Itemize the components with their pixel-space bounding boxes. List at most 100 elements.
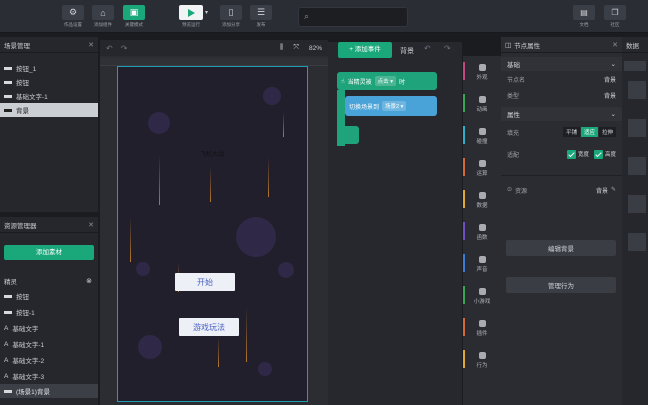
scene-panel: 场景管理 ✕ 按钮_1 按钮 基础文字-1 背景 <box>0 37 98 212</box>
data-row[interactable] <box>628 119 646 137</box>
function-icon <box>478 223 486 231</box>
data-row[interactable] <box>628 157 646 175</box>
action-block[interactable]: 切换场景到 场景2 ▾ <box>345 96 437 116</box>
basic-section-header[interactable]: 基础 ⌄ <box>501 57 622 71</box>
add-component-button[interactable]: ⌂ 添加组件 <box>92 5 114 28</box>
tree-item-selected[interactable]: 背景 <box>0 103 98 117</box>
undo-icon[interactable]: ↶ <box>106 44 113 53</box>
tree-item[interactable]: 按钮_1 <box>0 61 98 75</box>
fit-width-checkbox[interactable]: 宽度 <box>566 149 589 159</box>
redo-icon[interactable]: ↷ <box>121 44 128 53</box>
tree-item[interactable]: 按钮 <box>0 75 98 89</box>
data-row[interactable] <box>628 195 646 213</box>
block-categories: 外观 动画 碰撞 运算 数据 函数 声音 小游戏 插件 行为 <box>463 56 501 405</box>
prop-row: ⊙ 资源 背景 ✎ <box>507 186 616 195</box>
appearance-icon <box>478 63 486 71</box>
category-operation[interactable]: 运算 <box>463 152 501 184</box>
start-button[interactable]: 开始 <box>175 273 235 291</box>
sprite-group-header[interactable]: 精灵 ⊗ <box>0 274 98 288</box>
game-stage[interactable]: 飞机大战 开始 游戏玩法 <box>117 66 308 402</box>
publish-icon: ☰ <box>256 7 266 17</box>
layout-option-selected[interactable]: 适应 <box>580 127 598 137</box>
layout-option[interactable]: 拉伸 <box>598 127 616 137</box>
search-input[interactable]: ⌕ <box>298 7 408 27</box>
scene-panel-header: 场景管理 ✕ <box>0 37 98 53</box>
phone-icon: ▯ <box>228 7 234 17</box>
publish-button[interactable]: ☰ 发布 <box>250 5 272 28</box>
chevron-down-icon[interactable]: ▾ <box>205 9 208 16</box>
tree-item[interactable]: 基础文字-1 <box>0 89 98 103</box>
zoom-level[interactable]: 82% <box>309 45 322 52</box>
close-icon[interactable]: ✕ <box>612 41 618 49</box>
undo-icon[interactable]: ↶ <box>424 44 431 53</box>
work-settings-button[interactable]: ⚙ 作品设置 <box>62 5 84 28</box>
chevron-down-icon: ⌄ <box>610 61 616 68</box>
category-appearance[interactable]: 外观 <box>463 56 501 88</box>
block-editor[interactable]: + 添加事件 背景 ↶ ↷ ☝ 当精灵被 点击 ▾ 时 切换场景到 场景2 ▾ <box>328 42 462 405</box>
rules-button[interactable]: 游戏玩法 <box>179 318 239 336</box>
add-asset-button[interactable]: 添加素材 <box>4 245 94 260</box>
category-animation[interactable]: 动画 <box>463 88 501 120</box>
layout-option[interactable]: 平铺 <box>562 127 580 137</box>
layout-segmented[interactable]: 平铺 适应 拉伸 <box>562 127 616 137</box>
edit-icon[interactable]: ✎ <box>611 186 616 195</box>
manage-behavior-button[interactable]: 管理行为 <box>506 277 616 293</box>
text-icon: A <box>4 324 9 332</box>
gear-icon: ⚙ <box>68 7 78 17</box>
fit-height-checkbox[interactable]: 高度 <box>593 149 616 159</box>
category-sound[interactable]: 声音 <box>463 248 501 280</box>
fit-icon[interactable]: ⤧ <box>293 44 299 52</box>
event-block-end <box>337 126 359 144</box>
resource-item[interactable]: A 基础文字 <box>0 320 98 336</box>
category-mini-game[interactable]: 小游戏 <box>463 280 501 312</box>
category-collision[interactable]: 碰撞 <box>463 120 501 152</box>
close-icon[interactable]: ✕ <box>88 221 94 229</box>
plus-component-icon: ⌂ <box>100 7 106 18</box>
button-icon <box>4 66 12 70</box>
image-icon <box>4 108 12 112</box>
text-icon: A <box>4 356 9 364</box>
resource-item[interactable]: A 基础文字-2 <box>0 352 98 368</box>
attr-section-header[interactable]: 属性 ⌄ <box>501 107 622 121</box>
event-block[interactable]: ☝ 当精灵被 点击 ▾ 时 <box>337 72 437 90</box>
data-icon <box>478 191 486 199</box>
category-behavior[interactable]: 行为 <box>463 344 501 376</box>
redo-icon[interactable]: ↷ <box>444 44 451 53</box>
add-event-button[interactable]: + 添加事件 <box>338 42 392 58</box>
category-plugin[interactable]: 插件 <box>463 312 501 344</box>
resource-item[interactable]: 按钮-1 <box>0 304 98 320</box>
data-row[interactable] <box>628 81 646 99</box>
settings-icon[interactable]: ⊗ <box>86 277 92 285</box>
mode-button[interactable]: ▣ 关键模式 <box>123 5 145 28</box>
text-icon: A <box>4 372 9 380</box>
event-choice-dropdown[interactable]: 点击 ▾ <box>374 76 396 86</box>
scene-choice-dropdown[interactable]: 场景2 ▾ <box>382 101 407 111</box>
chevron-down-icon: ⌄ <box>610 111 616 118</box>
data-row[interactable] <box>624 61 646 71</box>
category-function[interactable]: 函数 <box>463 216 501 248</box>
sound-icon <box>478 255 486 263</box>
title-text[interactable]: 飞机大战 <box>200 149 224 158</box>
resource-item[interactable]: A 基础文字-1 <box>0 336 98 352</box>
edit-background-button[interactable]: 编辑背景 <box>506 240 616 256</box>
mode-icon: ▣ <box>129 7 139 17</box>
preview-run-button[interactable]: 预览运行 <box>179 5 203 28</box>
prop-row: 类型 背景 <box>507 93 616 100</box>
share-button[interactable]: ▯ 添加分享 <box>220 5 242 28</box>
docs-button[interactable]: ▤ 文档 <box>573 5 595 28</box>
game-icon <box>478 287 486 295</box>
button-icon <box>4 310 12 314</box>
resource-item[interactable]: A 基础文字-3 <box>0 368 98 384</box>
resource-item-selected[interactable]: (场景1)背景 <box>0 384 98 398</box>
data-panel: 数据 <box>622 37 648 405</box>
resource-item[interactable]: 按钮 <box>0 288 98 304</box>
close-icon[interactable]: ✕ <box>88 41 94 49</box>
data-row[interactable] <box>628 233 646 251</box>
align-icon[interactable]: ⫼ <box>280 44 283 52</box>
calculator-icon <box>478 159 486 167</box>
plugin-icon <box>478 319 486 327</box>
category-data[interactable]: 数据 <box>463 184 501 216</box>
community-button[interactable]: ❐ 社区 <box>604 5 626 28</box>
node-icon: ◫ <box>505 41 512 49</box>
hand-icon: ☝ <box>341 78 345 85</box>
